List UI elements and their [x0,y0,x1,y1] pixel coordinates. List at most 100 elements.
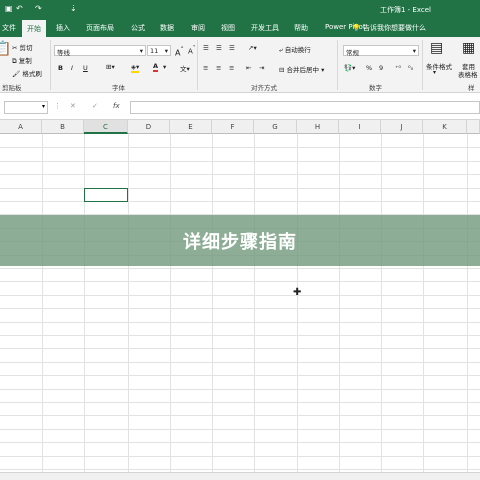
wrap-text-button[interactable]: ⤶ 自动换行 [279,44,311,55]
column-gridline [128,134,129,480]
formula-input[interactable] [130,101,480,114]
row-gridline [0,160,480,162]
column-gridline [297,134,298,480]
enter-icon[interactable]: ✓ [92,102,98,110]
format-painter-button[interactable]: 🖌 格式刷 [12,68,42,78]
insert-function-icon[interactable]: fx [113,102,120,110]
underline-button[interactable]: U [83,64,88,72]
cut-button[interactable]: ✂ 剪切 [12,42,33,52]
column-header-g[interactable]: G [254,120,297,134]
tab-home[interactable]: 开始 [22,20,46,37]
name-box[interactable]: ▾ [4,101,48,114]
tab-formulas[interactable]: 公式 [131,23,145,33]
increase-font-icon[interactable]: A˄ [175,46,184,58]
cut-label: 剪切 [19,44,33,52]
column-gridline [423,134,424,480]
row-gridline [0,442,480,444]
column-header-e[interactable]: E [170,120,212,134]
align-left-icon[interactable]: ≡ [203,64,208,72]
orientation-icon[interactable]: ↗▾ [248,44,257,52]
tell-me-search[interactable]: 💡 告诉我你想要做什么 [352,23,426,33]
column-gridline [467,134,468,480]
customize-qat-icon[interactable]: ⇣ [70,4,77,13]
borders-icon[interactable]: ⊞▾ [106,63,115,71]
row-gridline [0,201,480,202]
row-gridline [0,428,480,430]
align-right-icon[interactable]: ≡ [229,64,234,72]
column-header-a[interactable]: A [0,120,42,134]
column-header-h[interactable]: H [297,120,339,134]
font-size-select[interactable]: 11 ▾ [147,45,171,56]
font-color-icon[interactable]: A [153,62,159,72]
merge-center-button[interactable]: ⊟ 合并后居中 ▾ [279,64,324,74]
align-center-icon[interactable]: ≡ [216,64,221,72]
copy-icon: ⧉ [12,57,17,65]
tab-page-layout[interactable]: 页面布局 [86,23,114,33]
cancel-icon[interactable]: ✕ [70,102,76,110]
redo-icon[interactable]: ↷ [35,4,42,13]
row-gridline [0,348,480,350]
decrease-decimal-icon[interactable]: ⁰₀ [408,64,413,72]
selected-cell[interactable] [84,188,128,202]
column-header-f[interactable]: F [212,120,254,134]
sheet-tabs-bar[interactable] [0,472,480,480]
font-name-select[interactable]: 等线 ▾ [54,45,146,57]
undo-icon[interactable]: ↶ [16,4,23,13]
column-header-k[interactable]: K [423,120,467,134]
align-middle-icon[interactable]: ☰ [216,44,222,52]
number-format-select[interactable]: 常规 ▾ [343,45,419,57]
tab-file[interactable]: 文件 [2,23,16,33]
tab-view[interactable]: 视图 [221,23,235,33]
comma-style-button[interactable]: 9 [379,64,383,72]
format-table-icon[interactable]: ▦ [462,40,475,56]
save-icon[interactable]: ▣ [5,4,13,13]
column-header-b[interactable]: B [42,120,84,134]
italic-button[interactable]: I [71,64,73,72]
conditional-format-icon[interactable]: ▤ [430,40,443,56]
number-format-value: 常规 [346,49,359,57]
align-top-icon[interactable]: ☰ [203,44,209,52]
row-gridline [0,174,480,176]
column-header-c[interactable]: C [84,120,128,134]
bold-button[interactable]: B [58,64,63,72]
row-gridline [0,187,480,189]
wrap-text-icon: ⤶ [279,46,283,54]
chevron-down-icon[interactable]: ▾ [163,63,166,71]
column-header-d[interactable]: D [128,120,170,134]
merge-icon: ⊟ [279,66,285,74]
paste-icon[interactable]: 📋 [0,41,11,57]
percent-button[interactable]: % [366,64,372,72]
conditional-format-label[interactable]: 条件格式 [426,61,452,71]
column-gridline [254,134,255,480]
row-gridline [0,375,480,377]
decrease-font-icon[interactable]: A˅ [188,46,196,55]
window-title: 工作簿1 - Excel [380,6,431,14]
excel-window: ▣ ↶ ↷ ⇣ 工作簿1 - Excel 文件 开始 插入 页面布局 公式 数据… [0,0,480,480]
font-name-value: 等线 [57,49,70,57]
row-gridline [0,335,480,336]
tab-insert[interactable]: 插入 [56,23,70,33]
lightbulb-icon: 💡 [352,24,361,32]
fill-color-icon[interactable]: ◈▾ [131,63,140,73]
phonetic-icon[interactable]: 文▾ [180,63,190,73]
column-gridline [212,134,213,480]
font-group-label: 字体 [112,84,125,92]
tab-help[interactable]: 帮助 [294,23,308,33]
chevron-down-icon: ▾ [433,69,437,76]
format-table-label-2: 表格格 [458,71,478,79]
column-header-i[interactable]: I [339,120,381,134]
increase-decimal-icon[interactable]: ⁺⁰ [395,64,401,72]
worksheet-grid[interactable]: A B C D E F G H I J K [0,120,480,480]
tab-data[interactable]: 数据 [160,23,174,33]
tab-review[interactable]: 审阅 [191,23,205,33]
currency-icon[interactable]: 💱▾ [344,64,355,72]
align-bottom-icon[interactable]: ☰ [229,44,235,52]
increase-indent-icon[interactable]: ⇥ [259,64,264,72]
chevron-down-icon: ▾ [164,47,168,55]
copy-button[interactable]: ⧉ 复制 [12,55,32,66]
column-header-j[interactable]: J [381,120,423,134]
row-gridline [0,415,480,417]
tab-developer[interactable]: 开发工具 [251,23,279,33]
chevron-down-icon: ▾ [412,47,416,55]
decrease-indent-icon[interactable]: ⇤ [246,64,251,72]
